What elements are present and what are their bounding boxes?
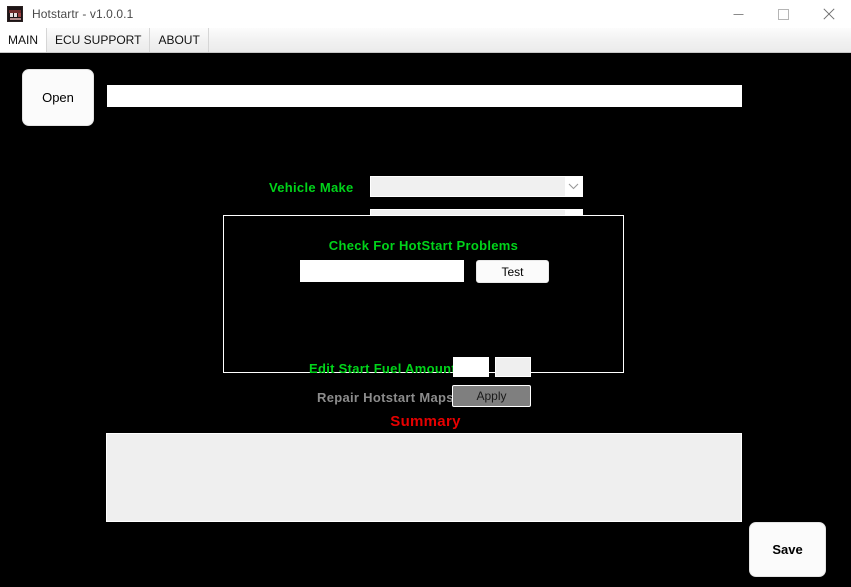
apply-button[interactable]: Apply	[452, 385, 531, 407]
close-icon	[823, 8, 835, 20]
fuel-amount-readonly-field	[495, 357, 531, 377]
vehicle-make-label: Vehicle Make	[269, 180, 354, 195]
menu-item-about-label: ABOUT	[158, 34, 199, 46]
menu-item-main-label: MAIN	[8, 34, 38, 46]
open-button-label: Open	[42, 90, 74, 105]
vehicle-make-combobox[interactable]	[370, 176, 583, 197]
menu-item-main[interactable]: MAIN	[0, 28, 47, 52]
hotstart-panel: Check For HotStart Problems Test	[223, 215, 624, 373]
test-button-label: Test	[501, 265, 523, 279]
repair-hotstart-maps-label: Repair Hotstart Maps	[317, 390, 454, 405]
close-button[interactable]	[806, 0, 851, 28]
app-window: Hotstartr - v1.0.0.1 MAIN	[0, 0, 851, 587]
menu-item-ecu-support[interactable]: ECU SUPPORT	[47, 28, 150, 52]
window-controls	[716, 0, 851, 28]
window-title: Hotstartr - v1.0.0.1	[32, 7, 133, 21]
hotstart-test-input[interactable]	[300, 260, 464, 282]
file-path-input[interactable]	[107, 85, 742, 107]
save-button-label: Save	[772, 542, 802, 557]
title-bar: Hotstartr - v1.0.0.1	[0, 0, 851, 28]
summary-title: Summary	[0, 413, 851, 430]
hotstart-panel-title: Check For HotStart Problems	[224, 238, 623, 253]
menu-item-ecu-support-label: ECU SUPPORT	[55, 34, 141, 46]
summary-textarea[interactable]	[106, 433, 742, 522]
open-button[interactable]: Open	[22, 69, 94, 126]
vehicle-make-dropdown-button[interactable]	[565, 177, 582, 196]
maximize-button[interactable]	[761, 0, 806, 28]
edit-start-fuel-amount-label: Edit Start Fuel Amount	[309, 361, 456, 376]
maximize-icon	[778, 9, 789, 20]
minimize-button[interactable]	[716, 0, 761, 28]
fuel-amount-input[interactable]	[453, 357, 489, 377]
menu-item-about[interactable]: ABOUT	[150, 28, 208, 52]
minimize-icon	[733, 9, 744, 20]
test-button[interactable]: Test	[476, 260, 549, 283]
chevron-down-icon	[568, 183, 579, 190]
app-icon	[7, 6, 23, 22]
main-canvas: Open Vehicle Make Vehicle ECU	[0, 54, 851, 587]
save-button[interactable]: Save	[749, 522, 826, 577]
menu-bar: MAIN ECU SUPPORT ABOUT	[0, 28, 851, 53]
apply-button-label: Apply	[476, 389, 506, 403]
